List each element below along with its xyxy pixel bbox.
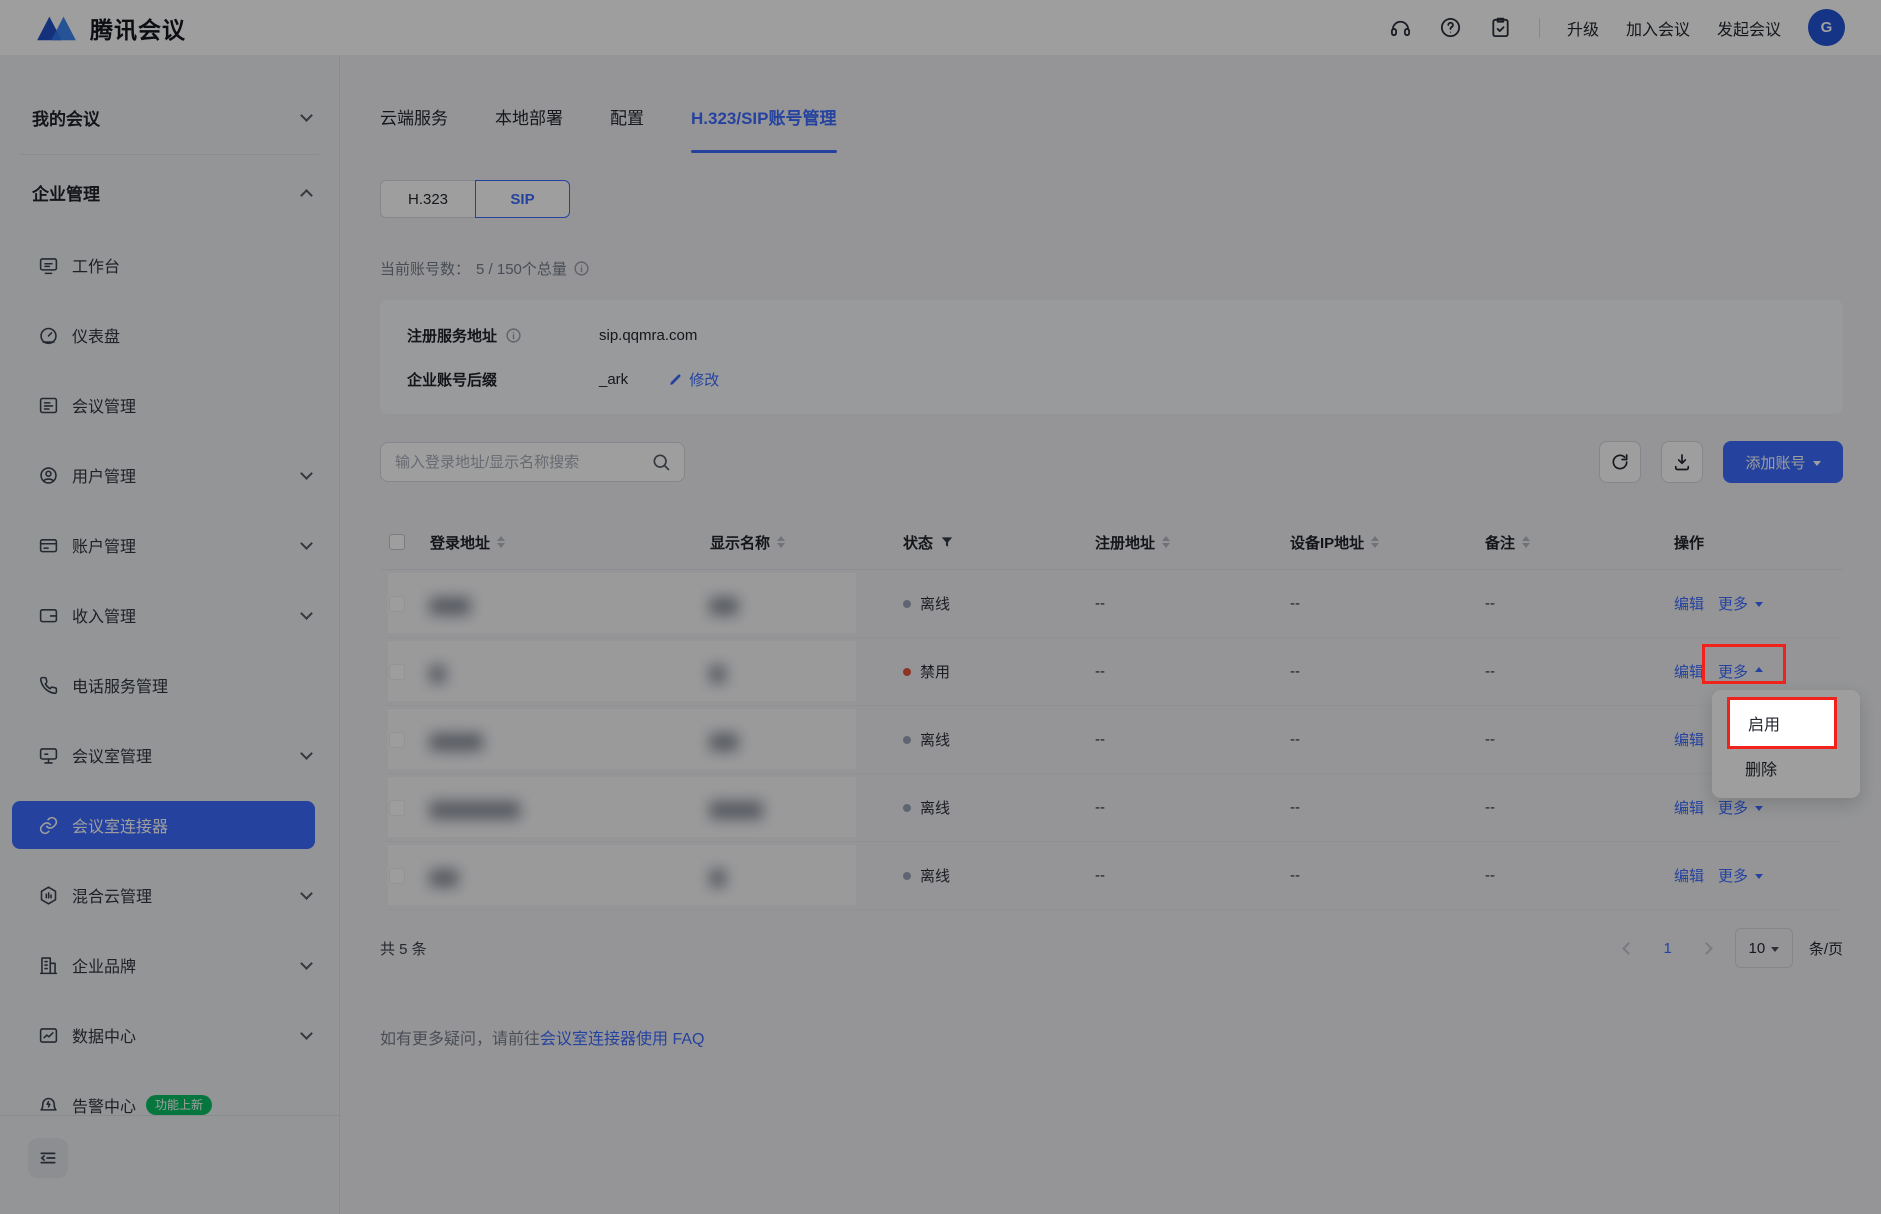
dim-overlay bbox=[0, 0, 1881, 1214]
menu-item-enable-highlighted[interactable]: 启用 bbox=[1727, 697, 1837, 749]
page: 腾讯会议 升级 加入会议 发起会议 G bbox=[0, 0, 1881, 1214]
annotation-box-more-button bbox=[1702, 644, 1786, 684]
